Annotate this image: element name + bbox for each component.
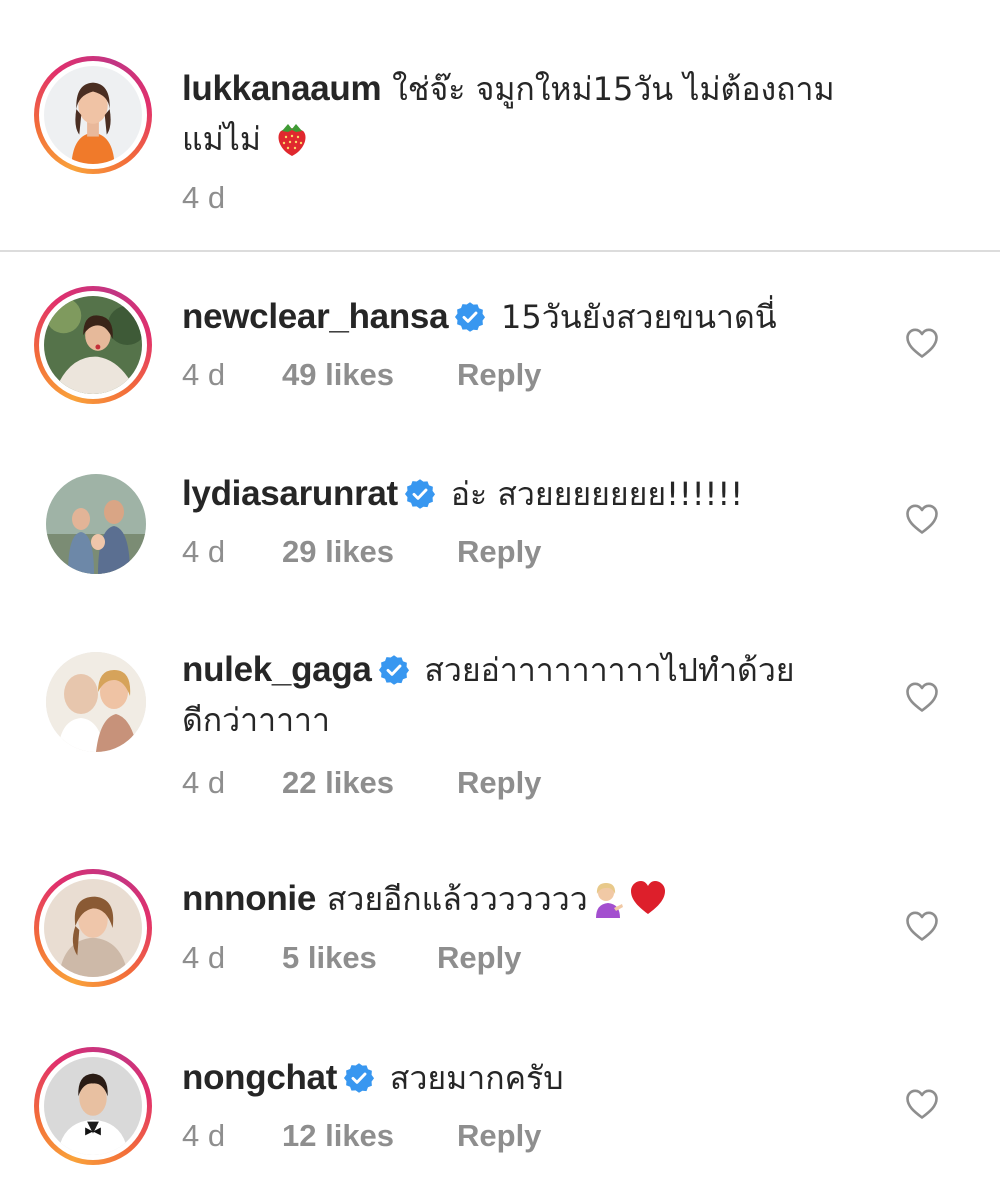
likes-count[interactable]: 5 likes — [282, 940, 437, 976]
comment-text: สวยมากครับ — [389, 1059, 564, 1097]
comment-text: 15วันยังสวยขนาดนี่ — [501, 298, 777, 336]
comment-text: อ่ะ สวยยยยยยย!!!!!! — [450, 475, 744, 513]
comment-text: สวยอ่าาาาาาาาาไปทำด้วย — [424, 651, 795, 689]
heart-outline-icon[interactable] — [905, 327, 939, 359]
reply-button[interactable]: Reply — [457, 357, 541, 393]
timestamp: 4 d — [182, 940, 226, 975]
comment-meta: 4 d 49 likes Reply — [182, 357, 541, 393]
heart-outline-icon[interactable] — [905, 503, 939, 535]
reply-button[interactable]: Reply — [437, 940, 521, 976]
post-caption: lukkanaaum ใช่จ๊ะ จมูกใหม่15วัน ไม่ต้องถ… — [0, 0, 1000, 252]
timestamp: 4 d — [182, 1118, 226, 1153]
likes-count[interactable]: 12 likes — [282, 1118, 457, 1154]
caption-meta: 4 d — [182, 180, 282, 216]
comment-meta: 4 d 29 likes Reply — [182, 534, 541, 570]
profile-photo — [44, 879, 142, 977]
comment-meta: 4 d 12 likes Reply — [182, 1118, 541, 1154]
avatar[interactable] — [34, 56, 152, 174]
heart-outline-icon[interactable] — [905, 681, 939, 713]
comment-meta: 4 d 22 likes Reply — [182, 765, 541, 801]
profile-photo — [44, 1057, 142, 1155]
verified-badge-icon — [454, 301, 486, 333]
likes-count[interactable]: 49 likes — [282, 357, 457, 393]
comment-username[interactable]: nnnonie — [182, 879, 316, 918]
comment-username[interactable]: nongchat — [182, 1058, 337, 1097]
comment-text-continued: ดีกว่าาาาา — [182, 701, 330, 739]
comment-username[interactable]: lydiasarunrat — [182, 474, 398, 513]
comment-text: สวยอีกแล้ววววววว — [326, 880, 588, 918]
comment-meta: 4 d 5 likes Reply — [182, 940, 521, 976]
strawberry-icon — [272, 118, 312, 158]
avatar[interactable] — [46, 652, 146, 752]
caption-text: ใช่จ๊ะ จมูกใหม่15วัน ไม่ต้องถาม — [392, 70, 835, 108]
verified-badge-icon — [378, 654, 410, 686]
timestamp: 4 d — [182, 180, 226, 215]
avatar[interactable] — [34, 286, 152, 404]
verified-badge-icon — [343, 1062, 375, 1094]
profile-photo — [46, 474, 146, 574]
comment-username[interactable]: nulek_gaga — [182, 650, 372, 689]
profile-photo — [44, 66, 142, 164]
reply-button[interactable]: Reply — [457, 1118, 541, 1154]
likes-count[interactable]: 29 likes — [282, 534, 457, 570]
avatar[interactable] — [34, 1047, 152, 1165]
avatar[interactable] — [34, 869, 152, 987]
avatar[interactable] — [46, 474, 146, 574]
heart-outline-icon[interactable] — [905, 910, 939, 942]
timestamp: 4 d — [182, 534, 226, 569]
reply-button[interactable]: Reply — [457, 534, 541, 570]
verified-badge-icon — [404, 478, 436, 510]
woman-tipping-hand-icon — [588, 878, 628, 918]
heart-outline-icon[interactable] — [905, 1088, 939, 1120]
timestamp: 4 d — [182, 765, 226, 800]
caption-text-continued: แม่ไม่ — [182, 120, 261, 158]
profile-photo — [44, 296, 142, 394]
caption-username[interactable]: lukkanaaum — [182, 69, 382, 108]
reply-button[interactable]: Reply — [457, 765, 541, 801]
red-heart-icon — [628, 878, 668, 918]
timestamp: 4 d — [182, 357, 226, 392]
profile-photo — [46, 652, 146, 752]
comment-username[interactable]: newclear_hansa — [182, 297, 449, 336]
likes-count[interactable]: 22 likes — [282, 765, 457, 801]
